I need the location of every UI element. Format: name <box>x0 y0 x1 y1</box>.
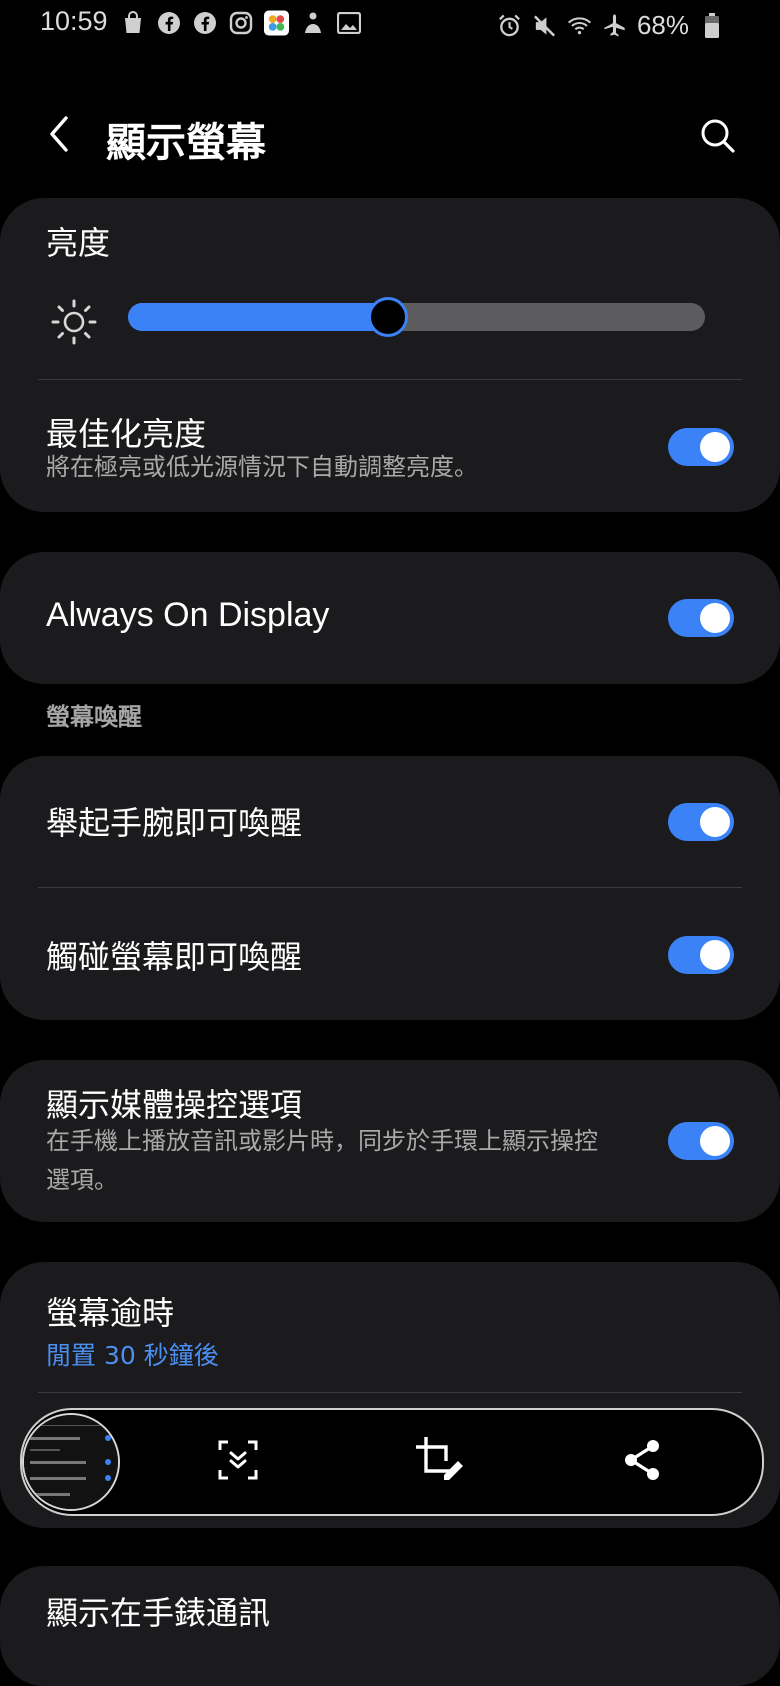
facebook-icon <box>192 10 217 35</box>
toggle-knob <box>700 603 730 633</box>
screen-timeout-value: 閒置 30 秒鐘後 <box>46 1341 219 1370</box>
thumbnail-preview-icon <box>24 1415 118 1509</box>
scroll-capture-button[interactable] <box>208 1430 268 1490</box>
back-button[interactable] <box>40 112 80 156</box>
brightness-card: 亮度 最佳化亮度 將在極亮或低光源情況下自動調整亮度。 <box>0 198 780 512</box>
app-notification-icon <box>300 10 325 35</box>
sun-icon <box>50 298 98 350</box>
notification-icons <box>120 10 361 35</box>
media-controls-title: 顯示媒體操控選項 <box>46 1086 303 1124</box>
system-status-icons: 68% <box>497 10 724 41</box>
divider <box>38 887 742 888</box>
photos-app-icon <box>264 10 289 35</box>
wifi-icon <box>567 13 592 38</box>
toggle-knob <box>700 807 730 837</box>
scroll-capture-icon <box>218 1440 258 1480</box>
airplane-mode-icon <box>602 13 627 38</box>
always-on-display-toggle[interactable] <box>668 599 734 637</box>
toggle-knob <box>700 432 730 462</box>
toggle-knob <box>700 1126 730 1156</box>
adaptive-brightness-subtitle: 將在極亮或低光源情況下自動調整亮度。 <box>46 453 478 481</box>
brightness-slider-thumb[interactable] <box>367 297 408 337</box>
screenshot-thumbnail[interactable] <box>22 1413 120 1511</box>
search-icon <box>701 119 735 153</box>
toggle-knob <box>700 940 730 970</box>
raise-wrist-title: 舉起手腕即可喚醒 <box>46 804 303 842</box>
section-header-wake: 螢幕喚醒 <box>46 703 142 731</box>
alarm-icon <box>497 13 522 38</box>
adaptive-brightness-toggle[interactable] <box>668 428 734 466</box>
brightness-label: 亮度 <box>46 224 111 262</box>
media-controls-card[interactable]: 顯示媒體操控選項 在手機上播放音訊或影片時，同步於手環上顯示操控選項。 <box>0 1060 780 1222</box>
instagram-icon <box>228 10 253 35</box>
brightness-slider-fill <box>128 303 388 331</box>
search-button[interactable] <box>696 114 740 158</box>
facebook-icon <box>156 10 181 35</box>
divider <box>38 379 742 380</box>
mute-icon <box>532 13 557 38</box>
media-controls-subtitle: 在手機上播放音訊或影片時，同步於手環上顯示操控選項。 <box>46 1127 598 1194</box>
touch-screen-title: 觸碰螢幕即可喚醒 <box>46 938 303 976</box>
chevron-left-icon <box>50 116 68 152</box>
share-icon <box>625 1440 659 1480</box>
shopping-bag-icon <box>120 10 145 35</box>
battery-percent: 68% <box>636 10 689 40</box>
always-on-display-title: Always On Display <box>46 596 330 634</box>
raise-wrist-toggle[interactable] <box>668 803 734 841</box>
status-time: 10:59 <box>40 6 108 36</box>
always-on-display-card[interactable]: Always On Display <box>0 552 780 684</box>
divider <box>38 1392 742 1393</box>
screen-timeout-title: 螢幕逾時 <box>46 1294 175 1332</box>
next-setting-card[interactable]: 顯示在手錶通訊 <box>0 1566 780 1686</box>
crop-edit-button[interactable] <box>410 1430 470 1490</box>
touch-screen-toggle[interactable] <box>668 936 734 974</box>
crop-edit-icon <box>416 1437 463 1480</box>
battery-icon <box>699 12 724 38</box>
media-controls-toggle[interactable] <box>668 1122 734 1160</box>
next-setting-title: 顯示在手錶通訊 <box>46 1594 271 1632</box>
gallery-icon <box>336 10 361 35</box>
page-title: 顯示螢幕 <box>106 120 266 166</box>
share-button[interactable] <box>612 1430 672 1490</box>
wake-card: 舉起手腕即可喚醒 觸碰螢幕即可喚醒 <box>0 756 780 1020</box>
